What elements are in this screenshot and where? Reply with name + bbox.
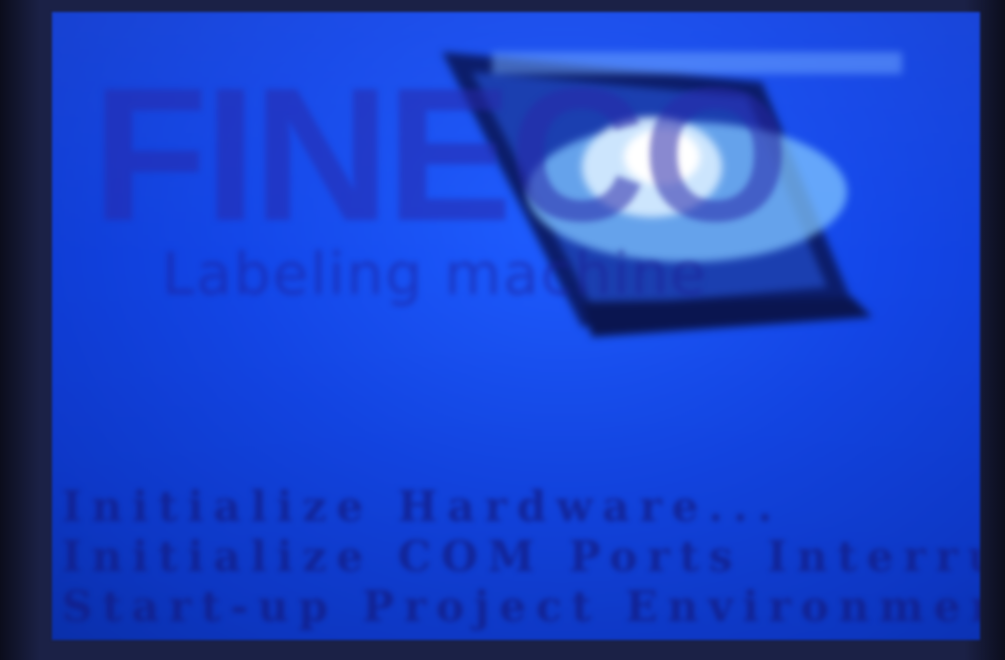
splash-subtitle: Labeling machine xyxy=(162,240,708,308)
boot-log-line: Initialize COM Ports Interrupti xyxy=(62,532,980,581)
boot-log-line: Initialize Hardware... xyxy=(62,482,783,531)
brand-logo: FINECO xyxy=(92,49,790,261)
boot-log-line: Start-up Project Environment... xyxy=(62,582,980,631)
boot-log: Initialize Hardware... Initialize COM Po… xyxy=(62,482,980,632)
boot-screen: FINECO Labeling machine Initialize Hardw… xyxy=(52,12,980,640)
